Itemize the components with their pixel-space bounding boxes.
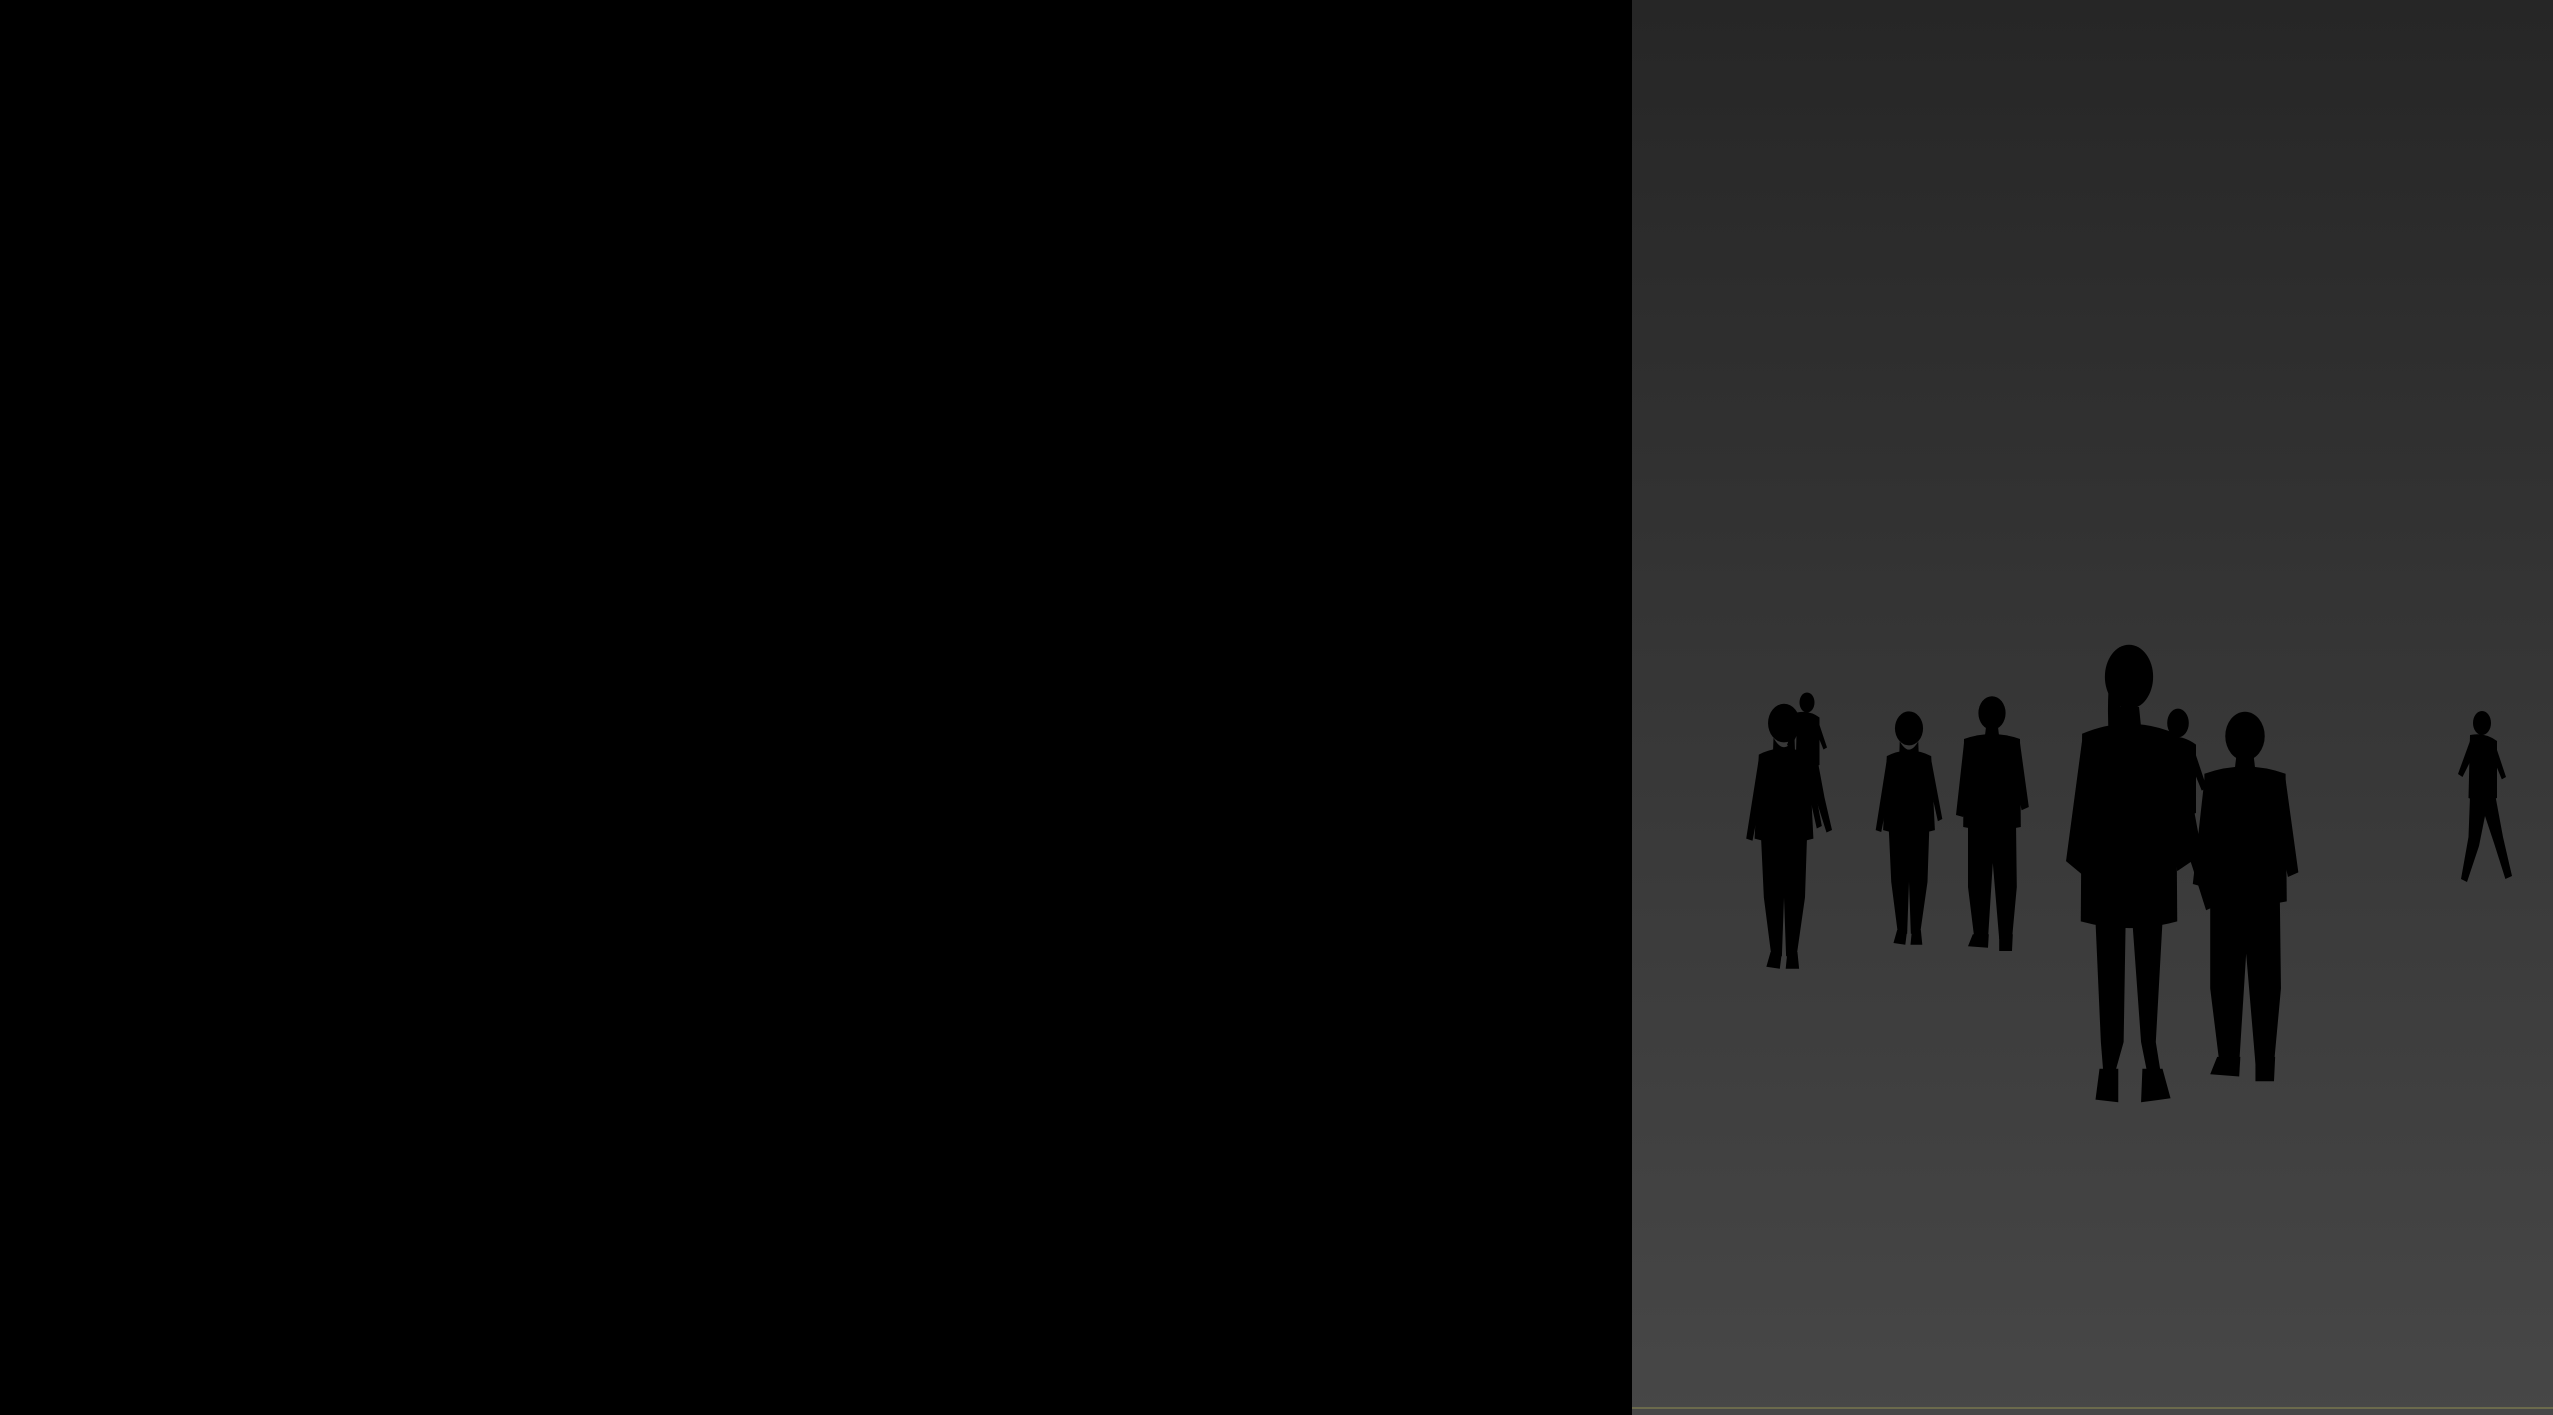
- rendered-crowd-scene: [19, 235, 1624, 1226]
- figure-woman-ponytail-back: [272, 371, 408, 845]
- perspective-viewport-panel[interactable]: [1632, 0, 2553, 1415]
- viewport-figure-woman-ponytail-back: [1875, 711, 1943, 945]
- render-frame-panel: [0, 0, 1632, 1415]
- render-comparison-window: [0, 0, 2553, 1415]
- viewport-ground-grid-line: [1632, 1407, 2553, 1409]
- figure-woman-walking-right: [1458, 377, 1624, 902]
- figure-man-bald-back: [1047, 378, 1281, 1195]
- figure-woman-front-dress: [663, 235, 937, 1226]
- figure-man-shirt-back: [468, 342, 629, 904]
- viewport-figure-man-shirt-back: [1956, 696, 2029, 951]
- viewport-figure-man-bald-back: [2192, 711, 2299, 1082]
- viewport-figure-woman-walking-right: [2458, 711, 2512, 882]
- viewport-crowd-scene: [1746, 644, 2512, 1103]
